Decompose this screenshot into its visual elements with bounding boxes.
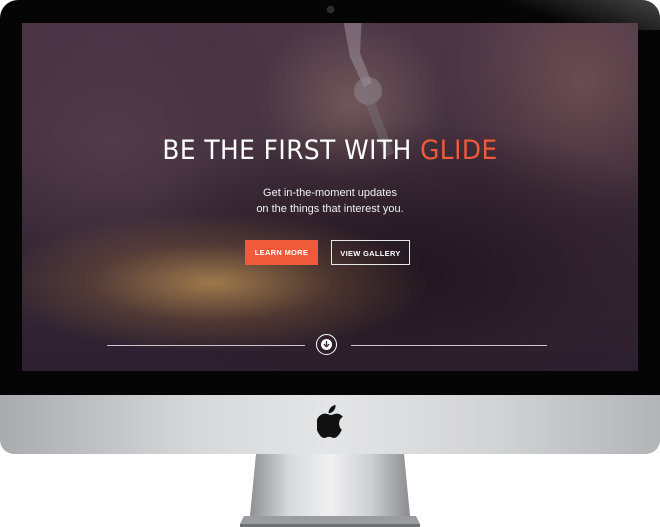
arrow-down-icon: [321, 339, 332, 350]
hero-title: BE THE FIRST WITH GLIDE: [47, 135, 614, 166]
learn-more-button[interactable]: LEARN MORE: [245, 240, 318, 265]
monitor-stand: [240, 454, 420, 527]
camera-icon: [327, 6, 334, 13]
hero-subtitle-line-1: Get in-the-moment updates: [263, 187, 397, 199]
apple-logo-icon: [317, 405, 343, 438]
website-hero: BE THE FIRST WITH GLIDE Get in-the-momen…: [22, 23, 638, 371]
divider-left: [107, 345, 305, 346]
view-gallery-button[interactable]: VIEW GALLERY: [331, 240, 410, 265]
divider-right: [351, 345, 547, 346]
hero-title-main: BE THE FIRST WITH: [162, 135, 421, 166]
hero-subtitle-line-2: on the things that interest you.: [256, 203, 404, 215]
monitor-mockup: BE THE FIRST WITH GLIDE Get in-the-momen…: [0, 0, 660, 527]
hero-subtitle: Get in-the-moment updates on the things …: [22, 185, 638, 217]
hero-title-accent: GLIDE: [420, 135, 498, 166]
scroll-down-button[interactable]: [316, 334, 337, 355]
